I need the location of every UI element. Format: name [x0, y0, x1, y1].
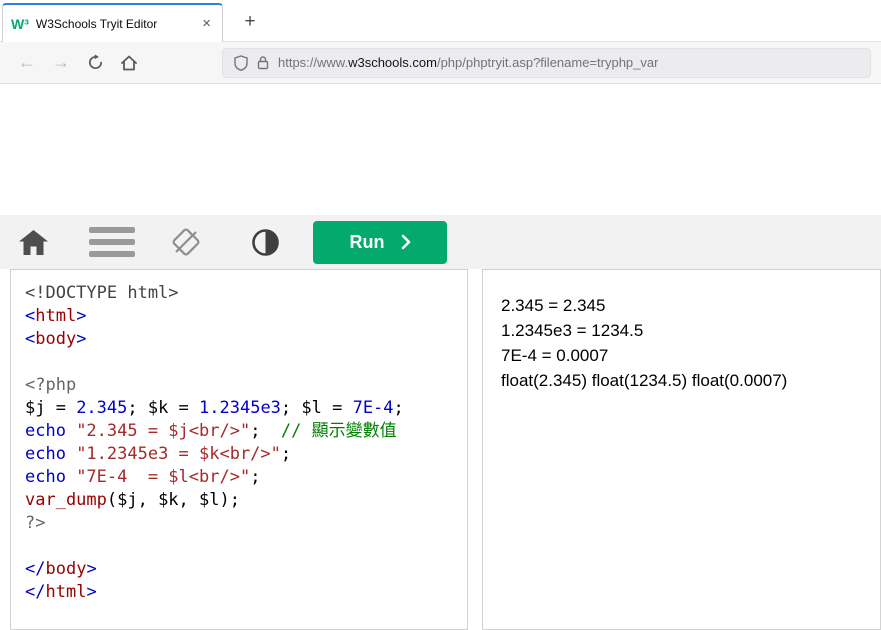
home-button[interactable]: [112, 48, 146, 78]
new-tab-button[interactable]: +: [237, 9, 263, 35]
code-editor[interactable]: <!DOCTYPE html> <html> <body> <?php $j = 2.…: [10, 269, 468, 630]
run-chevron-icon: [401, 234, 410, 250]
diamond-slash-icon: [172, 228, 200, 256]
code-line: <?php: [25, 375, 77, 395]
reload-icon: [88, 54, 102, 69]
url-text: https://www.w3schools.com/php/phptryit.a…: [278, 55, 658, 70]
forward-button[interactable]: →: [44, 48, 78, 78]
shield-icon[interactable]: [234, 54, 248, 71]
code-line: var_dump($j, $k, $l);: [25, 490, 240, 510]
menu-button[interactable]: [89, 227, 135, 257]
output-line: 7E-4 = 0.0007: [501, 346, 609, 365]
url-domain: w3schools.com: [348, 55, 437, 70]
code-line: echo "1.2345e3 = $k<br/>";: [25, 444, 292, 464]
url-path: /php/phptryit.asp?filename=tryphp_var: [436, 55, 659, 70]
navigation-bar: ← → https://www.w3schools.com/php/phptry…: [0, 42, 881, 84]
browser-tab[interactable]: W³ W3Schools Tryit Editor ×: [2, 3, 223, 42]
tryit-toolbar: Run: [0, 215, 881, 269]
browser-window: W³ W3Schools Tryit Editor × + ← → https:…: [0, 0, 881, 630]
code-line: ?>: [25, 513, 46, 533]
home-icon: [121, 55, 137, 70]
code-line: <body>: [25, 329, 87, 349]
code-line: </html>: [25, 582, 97, 602]
run-button-label: Run: [349, 231, 385, 252]
code-line: <!DOCTYPE html>: [25, 283, 179, 303]
url-prefix: https://www.: [278, 55, 349, 70]
hamburger-icon: [89, 227, 135, 257]
run-button[interactable]: Run: [313, 220, 447, 264]
result-lines: 2.345 = 2.345 1.2345e3 = 1234.5 7E-4 = 0.0…: [501, 293, 862, 393]
tryit-home-button[interactable]: [18, 229, 49, 256]
theme-toggle-button[interactable]: [167, 223, 205, 261]
lock-icon[interactable]: [257, 55, 269, 70]
code-line: <html>: [25, 306, 87, 326]
tab-close-icon[interactable]: ×: [199, 15, 214, 32]
code-line: echo "2.345 = $j<br/>"; // 顯示變數值: [25, 421, 397, 441]
reload-button[interactable]: [78, 48, 112, 78]
output-line: 2.345 = 2.345: [501, 296, 606, 315]
address-bar[interactable]: https://www.w3schools.com/php/phptryit.a…: [222, 47, 871, 78]
output-line: 1.2345e3 = 1234.5: [501, 321, 644, 340]
home-filled-icon: [19, 229, 48, 255]
half-circle-icon: [252, 228, 279, 256]
tab-bar: W³ W3Schools Tryit Editor × +: [0, 0, 881, 42]
tab-title: W3Schools Tryit Editor: [35, 16, 158, 31]
code-lines: <!DOCTYPE html> <html> <body> <?php $j = 2.…: [25, 282, 453, 604]
result-panel: 2.345 = 2.345 1.2345e3 = 1234.5 7E-4 = 0.0…: [482, 269, 881, 630]
contrast-button[interactable]: [251, 228, 280, 257]
code-line: echo "7E-4 = $l<br/>";: [25, 467, 261, 487]
code-line: $j = 2.345; $k = 1.2345e3; $l = 7E-4;: [25, 398, 404, 418]
back-button[interactable]: ←: [10, 48, 44, 78]
w3schools-logo-icon: W³: [11, 15, 29, 32]
code-line: </body>: [25, 559, 97, 579]
output-line: float(2.345) float(1234.5) float(0.0007): [501, 371, 788, 390]
